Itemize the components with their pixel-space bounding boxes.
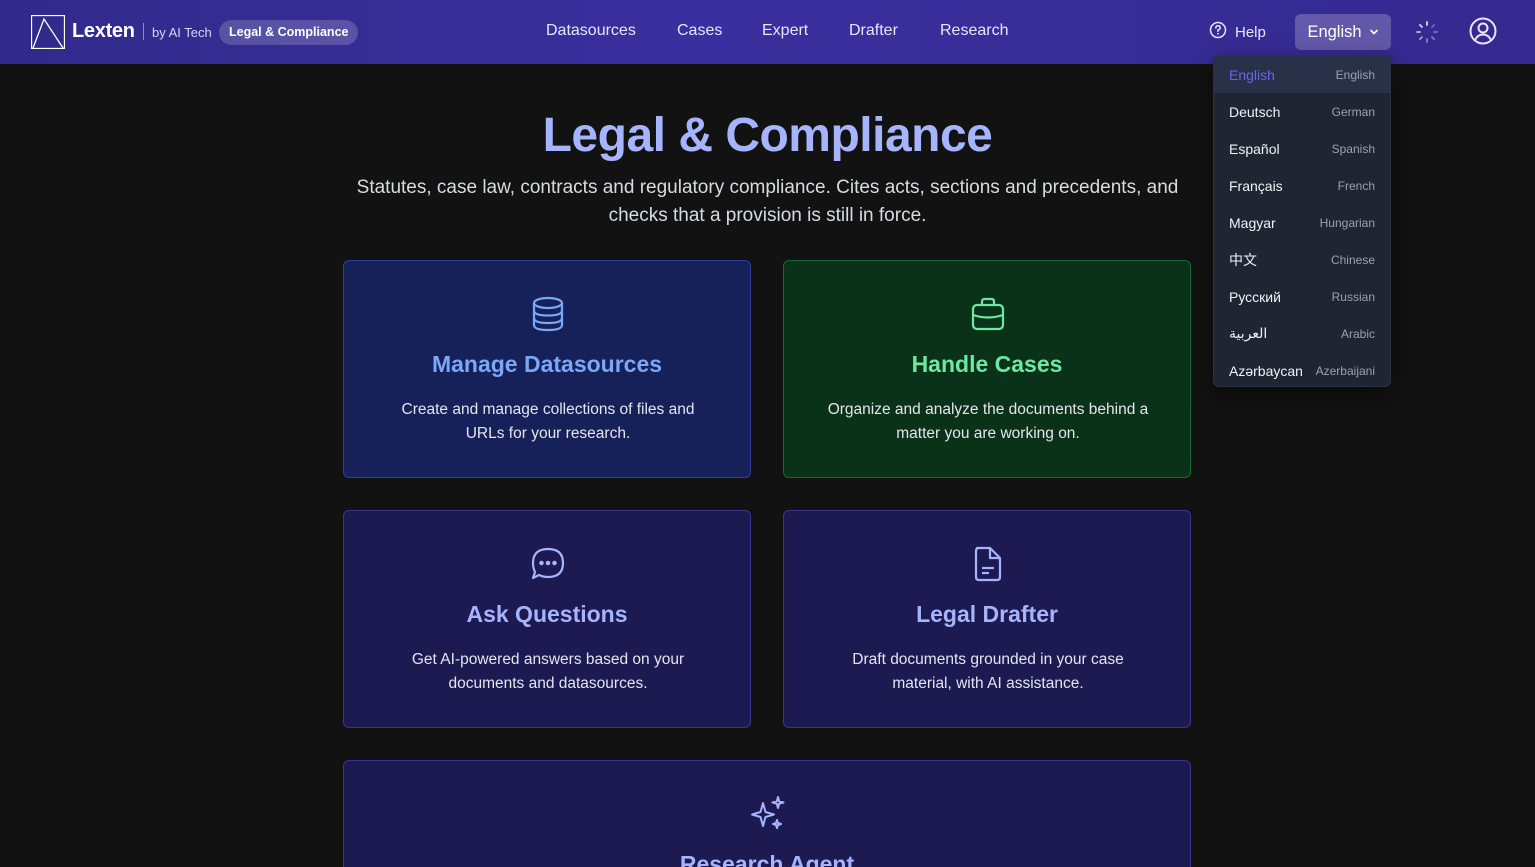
language-option-arabic[interactable]: العربية Arabic [1214, 315, 1390, 352]
language-option-native: Español [1229, 140, 1280, 157]
page-subtitle: Statutes, case law, contracts and regula… [356, 177, 1179, 226]
language-option-native: Русский [1229, 288, 1281, 305]
card-title: Research Agent [679, 851, 855, 867]
language-option-english-name: Spanish [1331, 141, 1375, 156]
language-option-azerbaijani[interactable]: Azərbaycan Azerbaijani [1214, 352, 1390, 386]
nav-research[interactable]: Research [940, 22, 1008, 40]
language-option-native: English [1229, 66, 1275, 83]
brand-name[interactable]: Lexten [72, 20, 135, 43]
lexten-logo-icon[interactable] [30, 14, 66, 50]
product-badge: Legal & Compliance [219, 20, 359, 45]
nav-cases[interactable]: Cases [677, 22, 722, 40]
language-option-native: Azərbaycan [1229, 362, 1303, 379]
language-option-english-name: Russian [1331, 289, 1375, 304]
help-label: Help [1235, 23, 1266, 41]
language-button-label: English [1307, 22, 1362, 41]
sparkles-icon [748, 794, 788, 834]
manage-datasources-card[interactable]: Manage Datasources Create and manage col… [343, 260, 751, 478]
nav-datasources[interactable]: Datasources [546, 22, 636, 40]
language-option-english-name: French [1337, 178, 1375, 193]
card-title: Manage Datasources [431, 351, 663, 377]
briefcase-icon [968, 294, 1008, 334]
chevron-down-icon [1369, 23, 1379, 42]
language-option-francais[interactable]: Français French [1214, 167, 1390, 204]
chat-bubble-icon [528, 544, 568, 584]
language-option-english-name: English [1335, 67, 1375, 82]
language-option-english-name: Hungarian [1319, 215, 1375, 230]
language-option-english-name: Azerbaijani [1315, 363, 1375, 378]
nav-expert[interactable]: Expert [762, 22, 808, 40]
help-button[interactable]: Help [1209, 21, 1266, 43]
card-description: Draft documents grounded in your case ma… [852, 651, 1124, 692]
card-description: Create and manage collections of files a… [401, 401, 695, 442]
language-option-english-name: Chinese [1330, 252, 1375, 267]
card-description: Organize and analyze the documents behin… [827, 401, 1149, 442]
document-icon [968, 544, 1008, 584]
language-option-english[interactable]: English English [1214, 56, 1390, 93]
card-title: Handle Cases [911, 351, 1063, 377]
card-title: Legal Drafter [916, 601, 1058, 627]
language-dropdown-menu: English English Deutsch German Español S… [1213, 55, 1391, 387]
card-description: Get AI-powered answers based on your doc… [411, 651, 685, 692]
research-agent-card[interactable]: Research Agent [343, 760, 1191, 867]
language-option-espanol[interactable]: Español Spanish [1214, 130, 1390, 167]
database-icon [528, 294, 568, 334]
language-option-deutsch[interactable]: Deutsch German [1214, 93, 1390, 130]
help-circle-icon [1209, 21, 1227, 43]
language-option-native: Magyar [1229, 214, 1276, 231]
handle-cases-card[interactable]: Handle Cases Organize and analyze the do… [783, 260, 1191, 478]
language-option-native: Français [1229, 177, 1283, 194]
language-option-english-name: German [1331, 104, 1375, 119]
language-option-english-name: Arabic [1340, 326, 1375, 341]
language-option-magyar[interactable]: Magyar Hungarian [1214, 204, 1390, 241]
language-select-button[interactable]: English [1295, 14, 1391, 50]
language-option-native: العربية [1229, 325, 1268, 341]
language-option-russian[interactable]: Русский Russian [1214, 278, 1390, 315]
card-title: Ask Questions [466, 601, 628, 627]
loading-spinner-icon[interactable] [1414, 19, 1440, 45]
legal-drafter-card[interactable]: Legal Drafter Draft documents grounded i… [783, 510, 1191, 728]
language-option-native: Deutsch [1229, 103, 1281, 120]
language-option-native: 中文 [1229, 251, 1257, 268]
ask-questions-card[interactable]: Ask Questions Get AI-powered answers bas… [343, 510, 751, 728]
brand-divider [143, 23, 144, 40]
brand-byline: by AI Tech [152, 25, 212, 40]
nav-drafter[interactable]: Drafter [849, 22, 898, 40]
user-profile-icon[interactable] [1468, 16, 1498, 46]
language-option-chinese[interactable]: 中文 Chinese [1214, 241, 1390, 278]
